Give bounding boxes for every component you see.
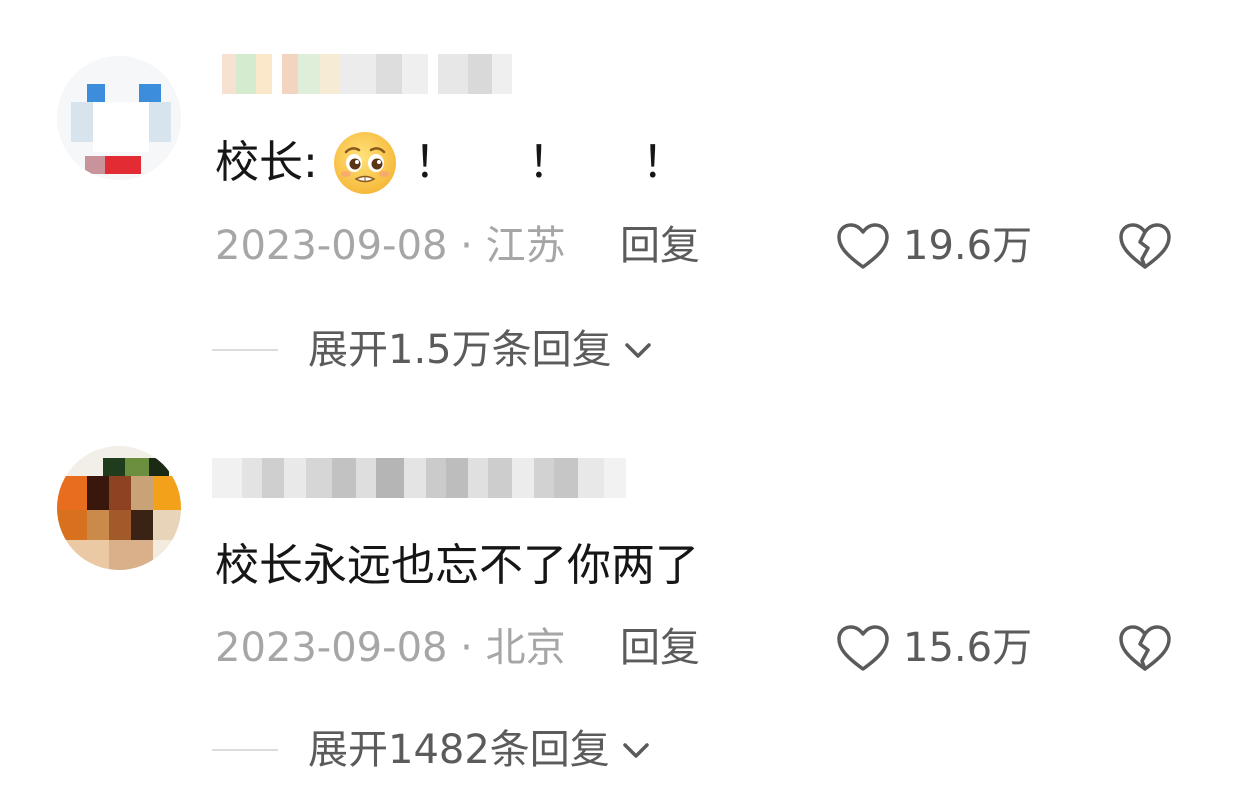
expand-divider bbox=[212, 749, 278, 751]
username-blur-block bbox=[320, 54, 340, 94]
comment-content[interactable]: 校长永远也忘不了你两了 bbox=[215, 536, 699, 596]
avatar-blur-block bbox=[103, 458, 125, 476]
avatar-blur-block bbox=[109, 476, 131, 510]
avatar-blur-block bbox=[131, 476, 153, 510]
pleading-face-emoji-icon bbox=[333, 132, 396, 194]
comment-meta: 2023-09-08 · 北京 回复 15.6万 bbox=[215, 618, 1195, 678]
username-blur-block bbox=[298, 54, 320, 94]
avatar-blur-block bbox=[109, 510, 131, 540]
chevron-down-icon bbox=[623, 743, 649, 758]
like-count: 15.6万 bbox=[903, 625, 1033, 671]
username-blur-block bbox=[488, 458, 512, 498]
username-blur-block bbox=[222, 54, 236, 94]
comment-text-body: 校长永远也忘不了你两了 bbox=[215, 540, 699, 591]
username-blurred[interactable] bbox=[212, 458, 632, 498]
avatar-blur-block bbox=[105, 156, 141, 174]
username-blur-block bbox=[212, 458, 242, 498]
comment-location: 北京 bbox=[485, 625, 566, 671]
comment-content[interactable]: 校长: ！ ！ ！ bbox=[215, 130, 714, 196]
comment-item: 校长: ！ ！ ！ 2023-09-08 · 江苏 回复 19.6万 展开1.5… bbox=[0, 0, 1240, 380]
username-blur-block bbox=[492, 54, 512, 94]
username-blur-block bbox=[284, 458, 306, 498]
avatar-blur-block bbox=[109, 540, 153, 570]
expand-replies[interactable]: 展开1482条回复 bbox=[212, 720, 652, 780]
username-blur-block bbox=[356, 458, 376, 498]
comment-location: 江苏 bbox=[485, 223, 566, 269]
avatar-blur-block bbox=[57, 510, 87, 540]
avatar-blur-block bbox=[87, 510, 109, 540]
comment-meta: 2023-09-08 · 江苏 回复 19.6万 bbox=[215, 216, 1195, 276]
avatar-blur-block bbox=[153, 510, 181, 540]
username-blur-block bbox=[332, 458, 356, 498]
username-blur-block bbox=[578, 458, 604, 498]
dislike-button[interactable] bbox=[1115, 618, 1175, 678]
avatar-blur-block bbox=[71, 102, 93, 142]
username-blur-block bbox=[512, 458, 534, 498]
avatar-blur-block bbox=[87, 84, 105, 102]
username-blurred[interactable] bbox=[212, 54, 632, 94]
avatar-blur-block bbox=[153, 540, 181, 570]
avatar-blur-block bbox=[149, 102, 171, 142]
expand-replies-label: 展开1482条回复 bbox=[308, 727, 610, 773]
comment-date: 2023-09-08 bbox=[215, 625, 448, 671]
avatar-blur-block bbox=[57, 540, 109, 570]
comment-text-suffix: ！ ！ ！ bbox=[413, 137, 714, 188]
comment-text-prefix: 校长: bbox=[215, 137, 318, 188]
avatar-blur-block bbox=[153, 476, 181, 510]
username-blur-block bbox=[306, 458, 332, 498]
heart-outline-icon bbox=[837, 223, 889, 269]
comment-item: 校长永远也忘不了你两了 2023-09-08 · 北京 回复 15.6万 展开1… bbox=[0, 400, 1240, 780]
avatar-blur-block bbox=[125, 458, 149, 476]
username-blur-block bbox=[468, 54, 492, 94]
avatar-blur-block bbox=[93, 102, 149, 152]
heart-outline-icon bbox=[837, 625, 889, 671]
avatar-blur-block bbox=[57, 476, 87, 510]
expand-replies-label: 展开1.5万条回复 bbox=[308, 327, 612, 373]
avatar-blur-block bbox=[87, 476, 109, 510]
username-blur-block bbox=[402, 54, 428, 94]
comment-date-location: 2023-09-08 · 北京 bbox=[215, 625, 566, 671]
like-button[interactable]: 15.6万 bbox=[835, 618, 1032, 678]
username-blur-block bbox=[404, 458, 426, 498]
username-blur-block bbox=[554, 458, 578, 498]
username-blur-block bbox=[604, 458, 626, 498]
username-blur-block bbox=[236, 54, 256, 94]
broken-heart-icon bbox=[1119, 625, 1171, 671]
avatar[interactable] bbox=[57, 56, 181, 180]
avatar-blur-block bbox=[131, 510, 153, 540]
like-button[interactable]: 19.6万 bbox=[835, 216, 1032, 276]
comment-date-location: 2023-09-08 · 江苏 bbox=[215, 223, 566, 269]
username-blur-block bbox=[534, 458, 554, 498]
username-blur-block bbox=[446, 458, 468, 498]
expand-divider bbox=[212, 349, 278, 351]
expand-replies[interactable]: 展开1.5万条回复 bbox=[212, 320, 654, 380]
comment-list: 校长: ！ ！ ！ 2023-09-08 · 江苏 回复 19.6万 展开1.5… bbox=[0, 0, 1240, 812]
broken-heart-icon bbox=[1119, 223, 1171, 269]
avatar-blur-block bbox=[149, 458, 169, 476]
username-blur-block bbox=[262, 458, 284, 498]
reply-button[interactable]: 回复 bbox=[620, 618, 700, 678]
reply-button[interactable]: 回复 bbox=[620, 216, 700, 276]
username-blur-block bbox=[468, 458, 488, 498]
username-blur-block bbox=[340, 54, 376, 94]
chevron-down-icon bbox=[624, 343, 651, 358]
comment-date: 2023-09-08 bbox=[215, 223, 448, 269]
username-blur-block bbox=[242, 458, 262, 498]
username-blur-block bbox=[256, 54, 272, 94]
username-blur-block bbox=[438, 54, 468, 94]
avatar[interactable] bbox=[57, 446, 181, 570]
avatar-blur-block bbox=[139, 84, 161, 102]
username-blur-block bbox=[282, 54, 298, 94]
avatar-blur-block bbox=[85, 156, 105, 174]
username-blur-block bbox=[426, 458, 446, 498]
like-count: 19.6万 bbox=[903, 223, 1033, 269]
username-blur-block bbox=[376, 458, 404, 498]
dislike-button[interactable] bbox=[1115, 216, 1175, 276]
username-blur-block bbox=[376, 54, 402, 94]
